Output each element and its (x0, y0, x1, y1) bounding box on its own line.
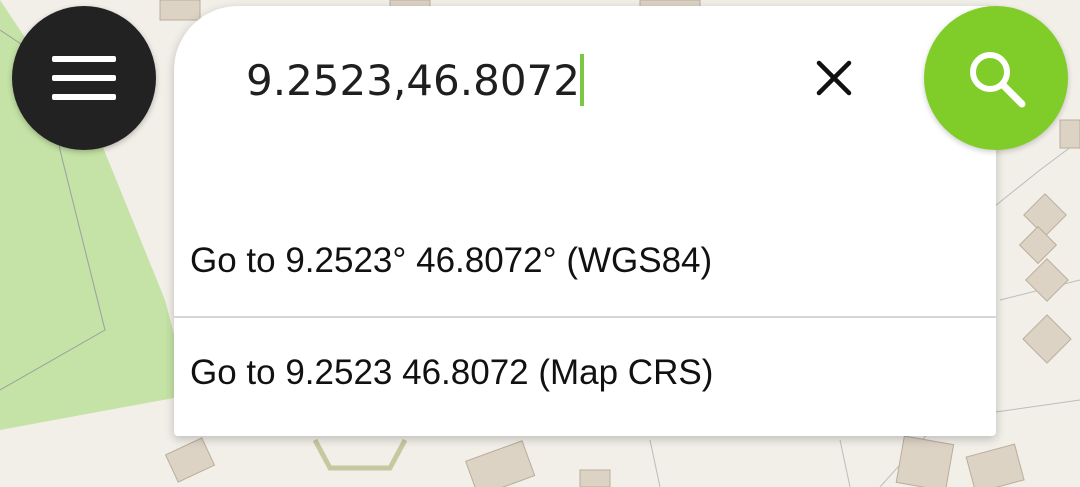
search-results-list: Go to 9.2523° 46.8072° (WGS84) Go to 9.2… (174, 206, 996, 428)
clear-search-button[interactable] (804, 48, 864, 108)
map-screen: Go to 9.2523° 46.8072° (WGS84) Go to 9.2… (0, 0, 1080, 487)
search-icon (970, 52, 1026, 108)
text-caret (580, 54, 584, 106)
result-label: Go to 9.2523 46.8072 (Map CRS) (190, 353, 714, 392)
close-icon (816, 60, 852, 96)
map-building (159, 0, 201, 21)
result-item-map-crs[interactable]: Go to 9.2523 46.8072 (Map CRS) (174, 318, 996, 428)
search-input[interactable] (246, 55, 626, 105)
result-item-wgs84[interactable]: Go to 9.2523° 46.8072° (WGS84) (174, 206, 996, 316)
search-field[interactable] (246, 40, 786, 120)
map-building (895, 435, 955, 487)
map-building (1059, 119, 1080, 149)
search-panel: Go to 9.2523° 46.8072° (WGS84) Go to 9.2… (174, 6, 996, 436)
result-label: Go to 9.2523° 46.8072° (WGS84) (190, 241, 713, 280)
hamburger-menu-icon (52, 56, 116, 100)
search-button[interactable] (924, 6, 1068, 150)
menu-button[interactable] (12, 6, 156, 150)
map-building (579, 469, 611, 487)
